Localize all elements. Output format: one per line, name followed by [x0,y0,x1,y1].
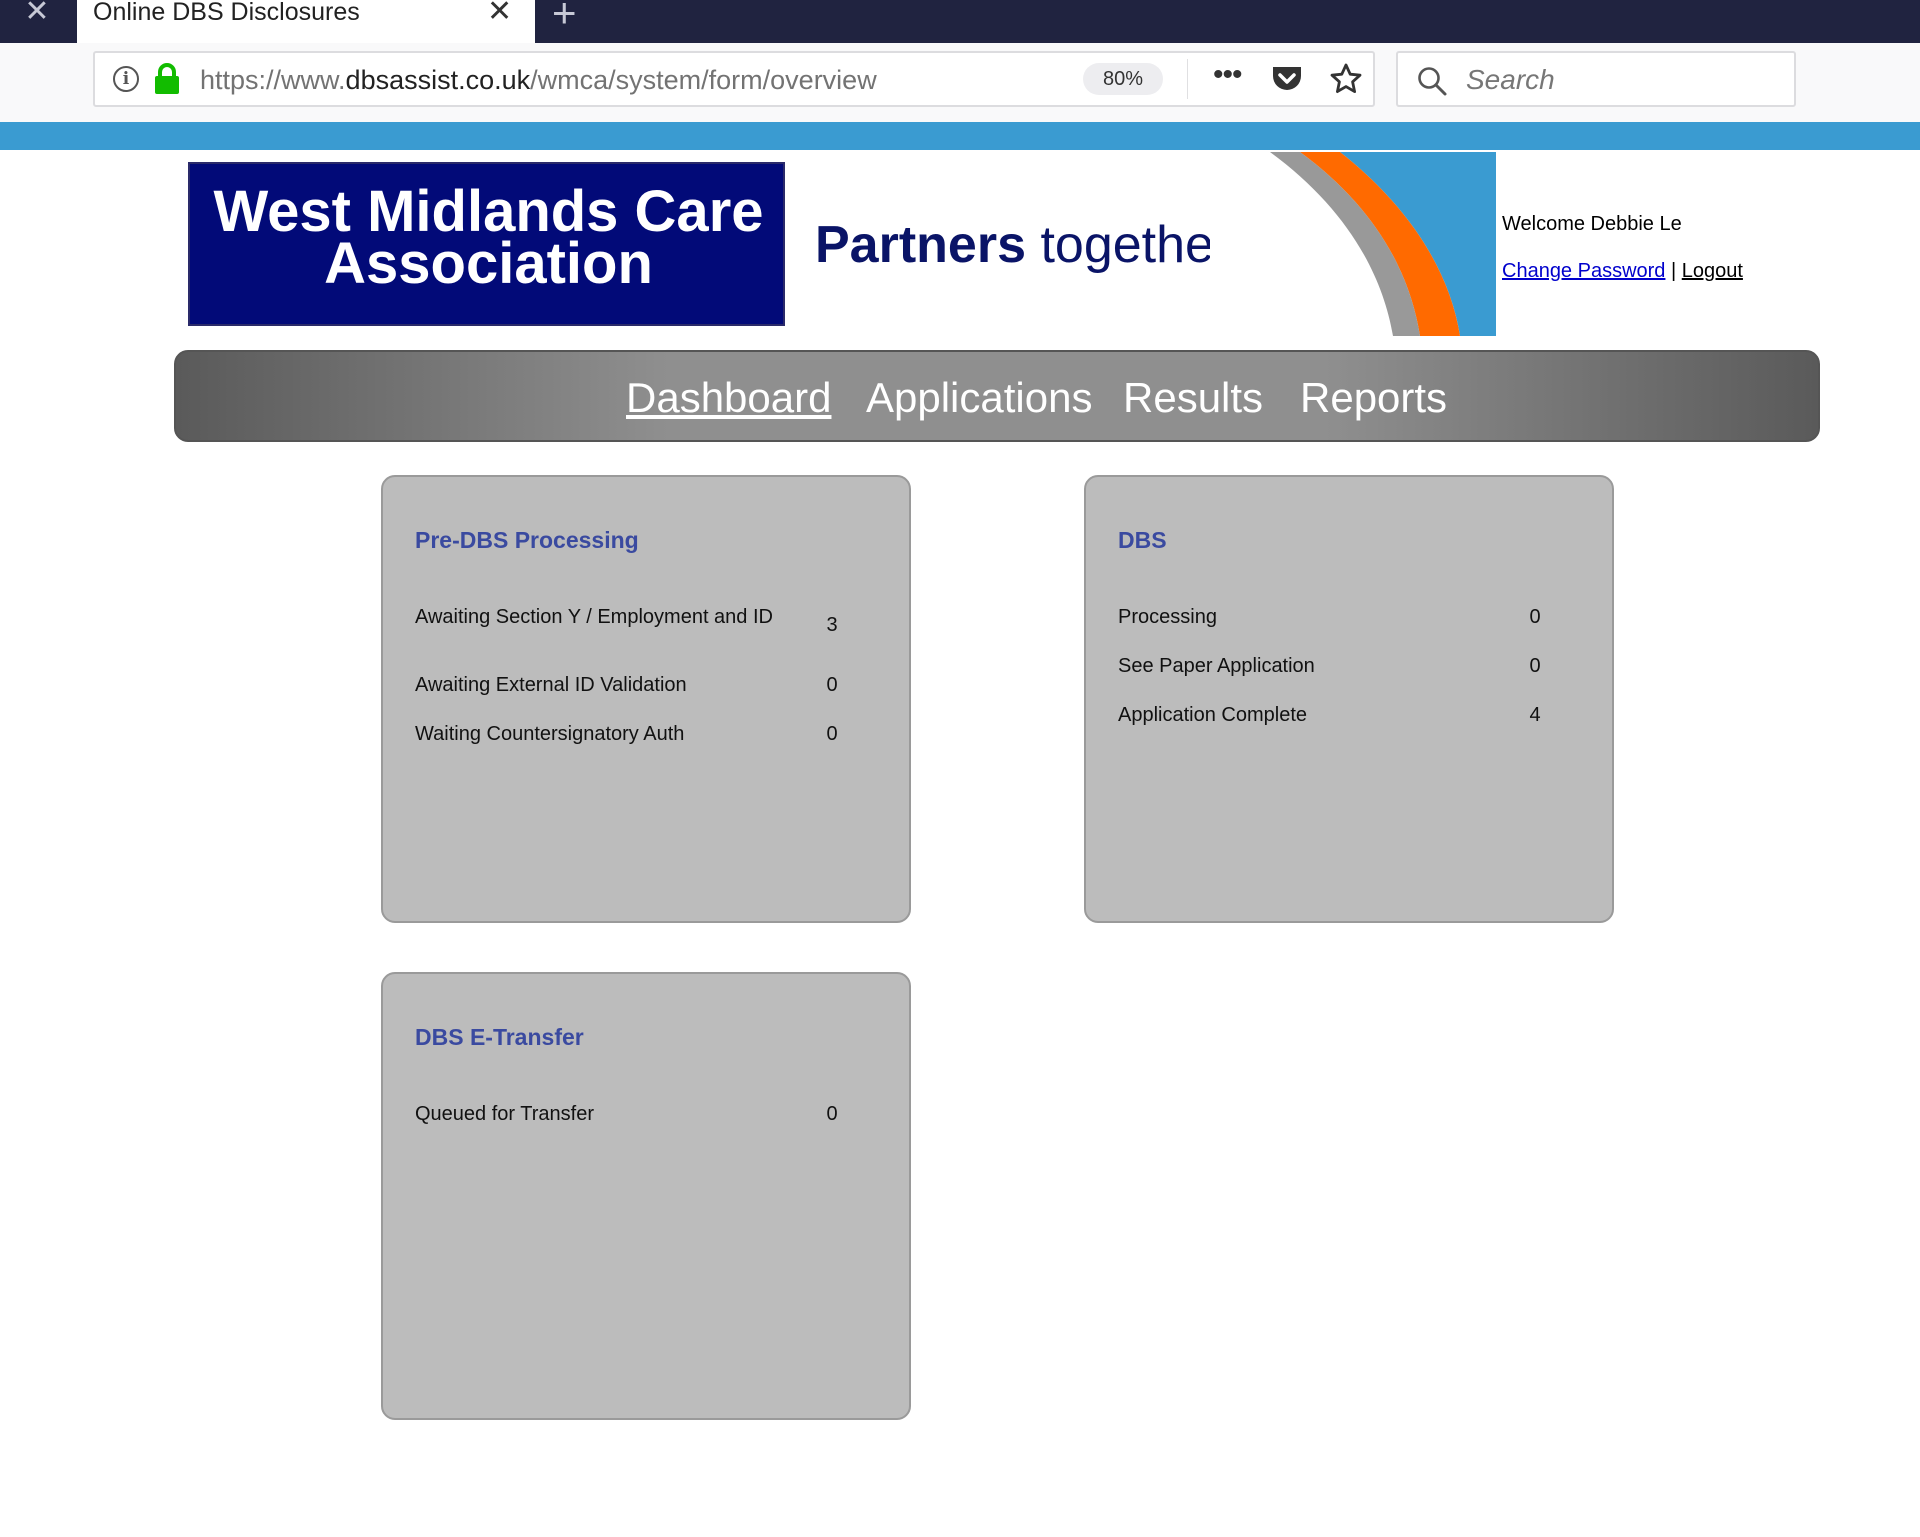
tagline: Partners together [815,215,1231,275]
tagline-rest: together [1026,216,1232,274]
welcome-message: Welcome Debbie Le [1502,213,1682,235]
row-count[interactable]: 0 [1520,607,1550,627]
main-nav: Dashboard Applications Results Reports [174,350,1820,442]
row-count[interactable]: 3 [817,615,847,635]
row-label[interactable]: Awaiting Section Y / Employment and ID [415,607,795,627]
panel-title: DBS E-Transfer [415,1024,584,1050]
logo-line-2: Association [324,231,653,296]
tab-close-icon[interactable]: ✕ [487,0,512,27]
pocket-icon[interactable] [1270,64,1304,94]
panel-title: Pre-DBS Processing [415,527,639,553]
browser-nav-bar: i https://www.dbsassist.co.uk/wmca/syste… [0,43,1920,122]
url-bar[interactable]: i https://www.dbsassist.co.uk/wmca/syste… [93,51,1375,107]
url-domain: dbsassist.co.uk [345,65,531,95]
row-label[interactable]: Waiting Countersignatory Auth [415,724,795,744]
row-count[interactable]: 0 [1520,656,1550,676]
row-count[interactable]: 0 [817,724,847,744]
panel-title: DBS [1118,527,1167,553]
search-icon [1418,67,1447,96]
nav-item-dashboard[interactable]: Dashboard [626,374,831,422]
dbs-e-transfer-panel: DBS E-Transfer Queued for Transfer 0 [381,972,911,1420]
tab-title: Online DBS Disclosures [93,0,360,26]
site-info-icon[interactable]: i [113,66,139,92]
row-label[interactable]: Awaiting External ID Validation [415,675,795,695]
row-count[interactable]: 0 [817,1104,847,1124]
dbs-panel: DBS Processing 0 See Paper Application 0… [1084,475,1614,923]
header-swoosh-graphic [1210,152,1496,336]
links-separator: | [1665,260,1682,282]
tagline-bold: Partners [815,216,1026,274]
row-count[interactable]: 4 [1520,705,1550,725]
logo-text: West Midlands Care Association [190,183,787,296]
url-text[interactable]: https://www.dbsassist.co.uk/wmca/system/… [200,65,877,95]
nav-item-reports[interactable]: Reports [1300,374,1447,422]
browser-search-bar[interactable] [1396,51,1796,107]
bookmark-star-icon[interactable] [1329,62,1363,96]
pre-dbs-processing-panel: Pre-DBS Processing Awaiting Section Y / … [381,475,911,923]
url-bar-divider [1187,59,1188,99]
account-links: Change Password | Logout [1502,260,1743,283]
nav-item-applications[interactable]: Applications [866,374,1092,422]
active-tab[interactable]: Online DBS Disclosures ✕ [77,0,535,43]
row-count[interactable]: 0 [817,675,847,695]
url-path: /wmca/system/form/overview [530,65,877,95]
wmca-logo[interactable]: West Midlands Care Association [188,162,785,326]
page-actions-more-icon[interactable]: ••• [1213,60,1242,90]
logout-link[interactable]: Logout [1682,260,1743,282]
browser-tab-bar: ✕ Online DBS Disclosures ✕ + [0,0,1920,43]
change-password-link[interactable]: Change Password [1502,260,1665,282]
row-label[interactable]: Application Complete [1118,705,1498,725]
lock-icon[interactable] [153,63,181,95]
row-label[interactable]: See Paper Application [1118,656,1498,676]
new-tab-plus-icon[interactable]: + [552,0,577,34]
previous-tab-close-icon[interactable]: ✕ [22,0,52,30]
url-prefix: https://www. [200,65,346,95]
top-accent-strip [0,122,1920,150]
row-label[interactable]: Queued for Transfer [415,1104,795,1124]
row-label[interactable]: Processing [1118,607,1498,627]
search-input[interactable] [1464,61,1778,99]
nav-item-results[interactable]: Results [1123,374,1263,422]
zoom-level-badge[interactable]: 80% [1083,63,1163,95]
